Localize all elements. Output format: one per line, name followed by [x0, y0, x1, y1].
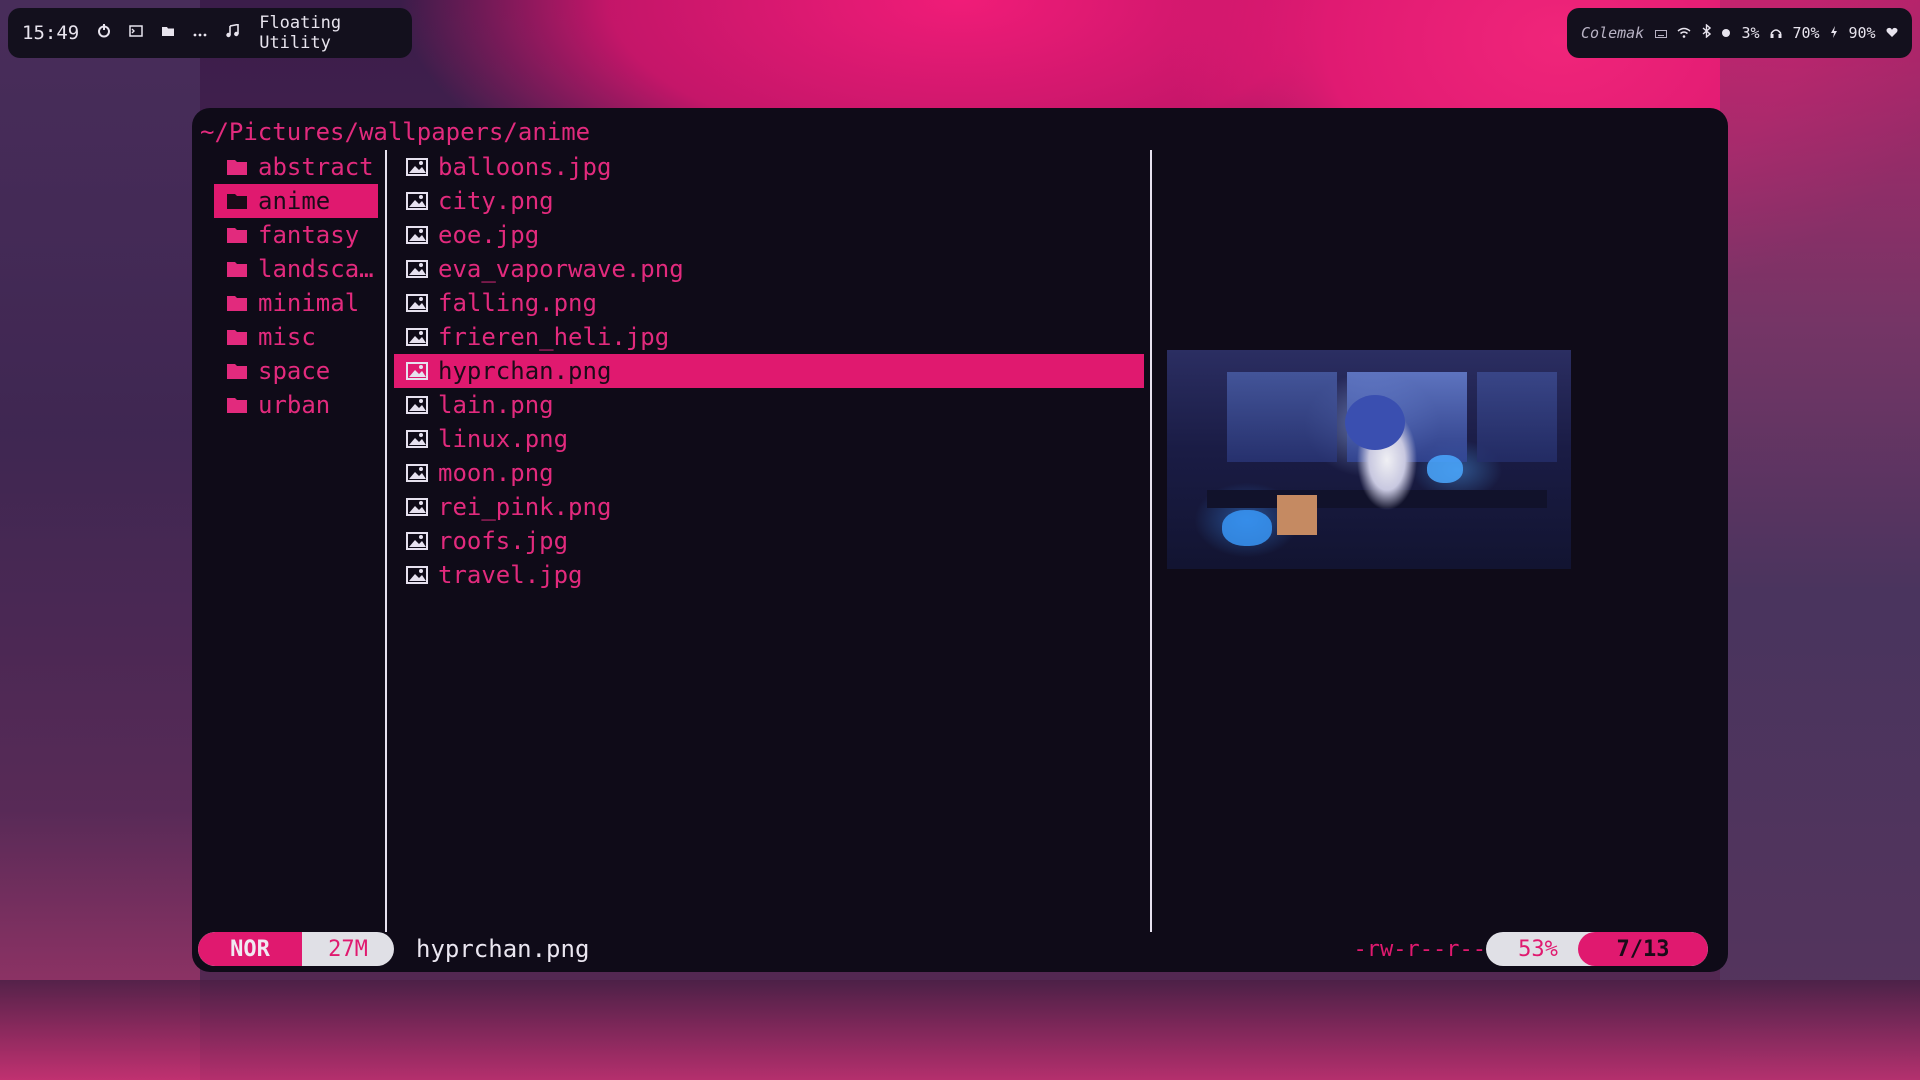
file-item[interactable]: falling.png [394, 286, 1144, 320]
image-file-icon [406, 226, 428, 244]
preview-detail [1427, 455, 1463, 483]
folder-icon [227, 228, 247, 243]
file-permissions: -rw-r--r-- [1353, 936, 1486, 962]
image-file-icon [406, 430, 428, 448]
keyboard-icon [1654, 24, 1667, 42]
battery-level: 90% [1848, 24, 1876, 42]
column-divider[interactable] [385, 150, 387, 932]
preview-detail [1227, 372, 1337, 462]
position-pill: 53% 7/13 [1486, 932, 1708, 966]
folder-icon[interactable] [161, 25, 175, 41]
file-item[interactable]: lain.png [394, 388, 1144, 422]
file-item[interactable]: eoe.jpg [394, 218, 1144, 252]
file-item[interactable]: balloons.jpg [394, 150, 1144, 184]
file-manager-window: ~/Pictures/wallpapers/anime abstract ani… [192, 108, 1728, 972]
preview-divider[interactable] [1150, 150, 1152, 932]
file-item[interactable]: travel.jpg [394, 558, 1144, 592]
file-item[interactable]: city.png [394, 184, 1144, 218]
image-file-icon [406, 498, 428, 516]
parent-dir-item[interactable]: minimal [214, 286, 378, 320]
current-path: ~/Pictures/wallpapers/anime [200, 118, 591, 146]
parent-dir-item[interactable]: space [214, 354, 378, 388]
image-preview [1167, 350, 1571, 569]
preview-detail [1222, 510, 1272, 546]
topbar-left: 15:49 Floating Utility [8, 8, 412, 58]
file-item[interactable]: linux.png [394, 422, 1144, 456]
image-file-icon [406, 294, 428, 312]
parent-dir-item[interactable]: fantasy [214, 218, 378, 252]
image-file-icon [406, 158, 428, 176]
preview-detail [1277, 495, 1317, 535]
file-item-selected[interactable]: hyprchan.png [394, 354, 1144, 388]
parent-dir-item[interactable]: abstract [214, 150, 378, 184]
image-file-icon [406, 396, 428, 414]
image-file-icon [406, 328, 428, 346]
power-plug-icon [1830, 24, 1838, 42]
bluetooth-icon[interactable] [1702, 23, 1711, 42]
topbar-right: Colemak 3% 70% 90% [1567, 8, 1912, 58]
current-directory-column: balloons.jpg city.png eoe.jpg eva_vaporw… [394, 150, 1144, 592]
folder-icon [227, 262, 247, 277]
folder-icon [227, 296, 247, 311]
wallpaper-left-detail [0, 0, 200, 1080]
power-icon[interactable] [97, 24, 111, 42]
folder-icon [227, 330, 247, 345]
battery-heart-icon [1886, 24, 1898, 42]
file-size: 27M [328, 936, 368, 962]
file-item[interactable]: eva_vaporwave.png [394, 252, 1144, 286]
preview-detail [1345, 395, 1405, 450]
active-window-title: Floating Utility [259, 13, 342, 53]
parent-dir-item-selected[interactable]: anime [214, 184, 378, 218]
folder-icon [227, 398, 247, 413]
file-item[interactable]: roofs.jpg [394, 524, 1144, 558]
image-file-icon [406, 566, 428, 584]
parent-dir-item[interactable]: urban [214, 388, 378, 422]
image-file-icon [406, 260, 428, 278]
item-position: 7/13 [1578, 932, 1708, 966]
file-item[interactable]: frieren_heli.jpg [394, 320, 1144, 354]
wifi-icon[interactable] [1677, 24, 1691, 42]
volume-level: 70% [1792, 24, 1820, 42]
cpu-icon [1721, 24, 1731, 42]
scroll-percent: 53% [1518, 936, 1558, 962]
cpu-usage: 3% [1741, 24, 1760, 42]
keyboard-layout[interactable]: Colemak [1581, 24, 1644, 42]
image-file-icon [406, 362, 428, 380]
mode-indicator: NOR [198, 932, 302, 966]
music-icon[interactable] [225, 23, 240, 42]
file-item[interactable]: moon.png [394, 456, 1144, 490]
folder-icon [227, 160, 247, 175]
image-file-icon [406, 192, 428, 210]
more-icon[interactable] [193, 25, 207, 41]
terminal-icon[interactable] [129, 25, 143, 41]
parent-directory-column: abstract anime fantasy landsca… minimal … [214, 150, 378, 422]
preview-detail [1477, 372, 1557, 462]
file-item[interactable]: rei_pink.png [394, 490, 1144, 524]
clock: 15:49 [22, 22, 80, 44]
parent-dir-item[interactable]: landsca… [214, 252, 378, 286]
headphones-icon[interactable] [1770, 24, 1782, 42]
wallpaper-bottom-detail [0, 980, 1920, 1080]
image-file-icon [406, 532, 428, 550]
mode-pill: NOR 27M [198, 932, 394, 966]
status-filename: hyprchan.png [416, 935, 590, 963]
wallpaper-right-detail [1720, 0, 1920, 1080]
folder-icon [227, 194, 247, 209]
status-line: NOR 27M hyprchan.png -rw-r--r-- 53% 7/13 [198, 932, 1722, 966]
image-file-icon [406, 464, 428, 482]
folder-icon [227, 364, 247, 379]
parent-dir-item[interactable]: misc [214, 320, 378, 354]
